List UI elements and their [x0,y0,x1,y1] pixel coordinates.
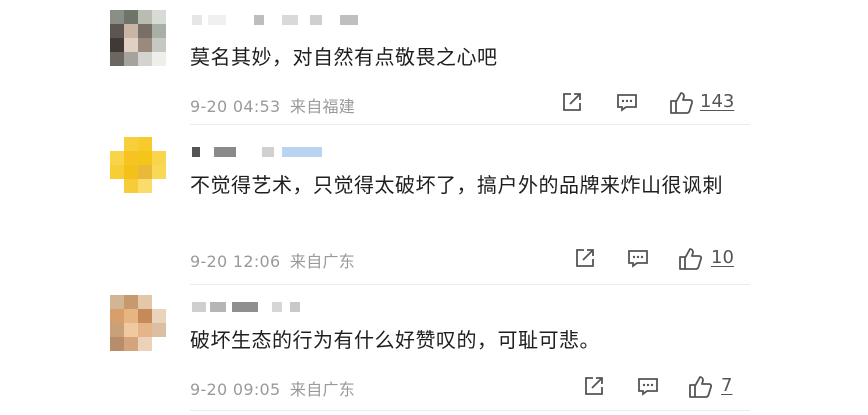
share-icon[interactable] [560,90,586,116]
comment-time: 9-20 04:53 [190,97,281,116]
comment-meta: 9-20 12:06 来自广东 [190,248,355,272]
comment-item: 不觉得艺术，只觉得太破坏了，搞户外的品牌来炸山很讽刺 9-20 12:06 来自… [0,125,868,285]
comment-item: 莫名其妙，对自然有点敬畏之心吧 9-20 04:53 来自福建 143 [0,0,868,125]
comment-time: 9-20 12:06 [190,252,281,271]
thumbs-up-icon[interactable] [677,246,703,272]
share-icon[interactable] [582,374,608,400]
comment-location: 来自广东 [289,252,356,271]
comment-icon[interactable] [615,90,641,116]
share-icon[interactable] [573,246,599,272]
comment-actions: 143 [560,90,760,116]
like-count[interactable]: 10 [711,247,734,268]
avatar[interactable] [110,295,166,351]
comment-location: 来自福建 [289,97,356,116]
thumbs-up-icon[interactable] [668,90,694,116]
username-redacted[interactable] [192,15,372,29]
comment-text: 莫名其妙，对自然有点敬畏之心吧 [190,45,498,69]
comment-time: 9-20 09:05 [190,380,281,399]
username-redacted[interactable] [192,302,322,316]
like-count[interactable]: 143 [700,91,734,112]
comment-actions: 7 [582,374,752,400]
comment-text: 不觉得艺术，只觉得太破坏了，搞户外的品牌来炸山很讽刺 [190,173,723,197]
comment-meta: 9-20 04:53 来自福建 [190,93,355,117]
comment-icon[interactable] [626,246,652,272]
avatar[interactable] [110,137,166,193]
comment-item: 破坏生态的行为有什么好赞叹的，可耻可悲。 9-20 09:05 来自广东 7 [0,285,868,415]
comment-location: 来自广东 [289,380,356,399]
comment-icon[interactable] [636,374,662,400]
divider [190,410,750,411]
comment-meta: 9-20 09:05 来自广东 [190,376,355,400]
comment-actions: 10 [573,246,753,272]
avatar[interactable] [110,10,166,66]
comment-text: 破坏生态的行为有什么好赞叹的，可耻可悲。 [190,328,600,352]
username-redacted[interactable] [192,147,352,161]
thumbs-up-icon[interactable] [687,374,713,400]
like-count[interactable]: 7 [721,375,732,396]
